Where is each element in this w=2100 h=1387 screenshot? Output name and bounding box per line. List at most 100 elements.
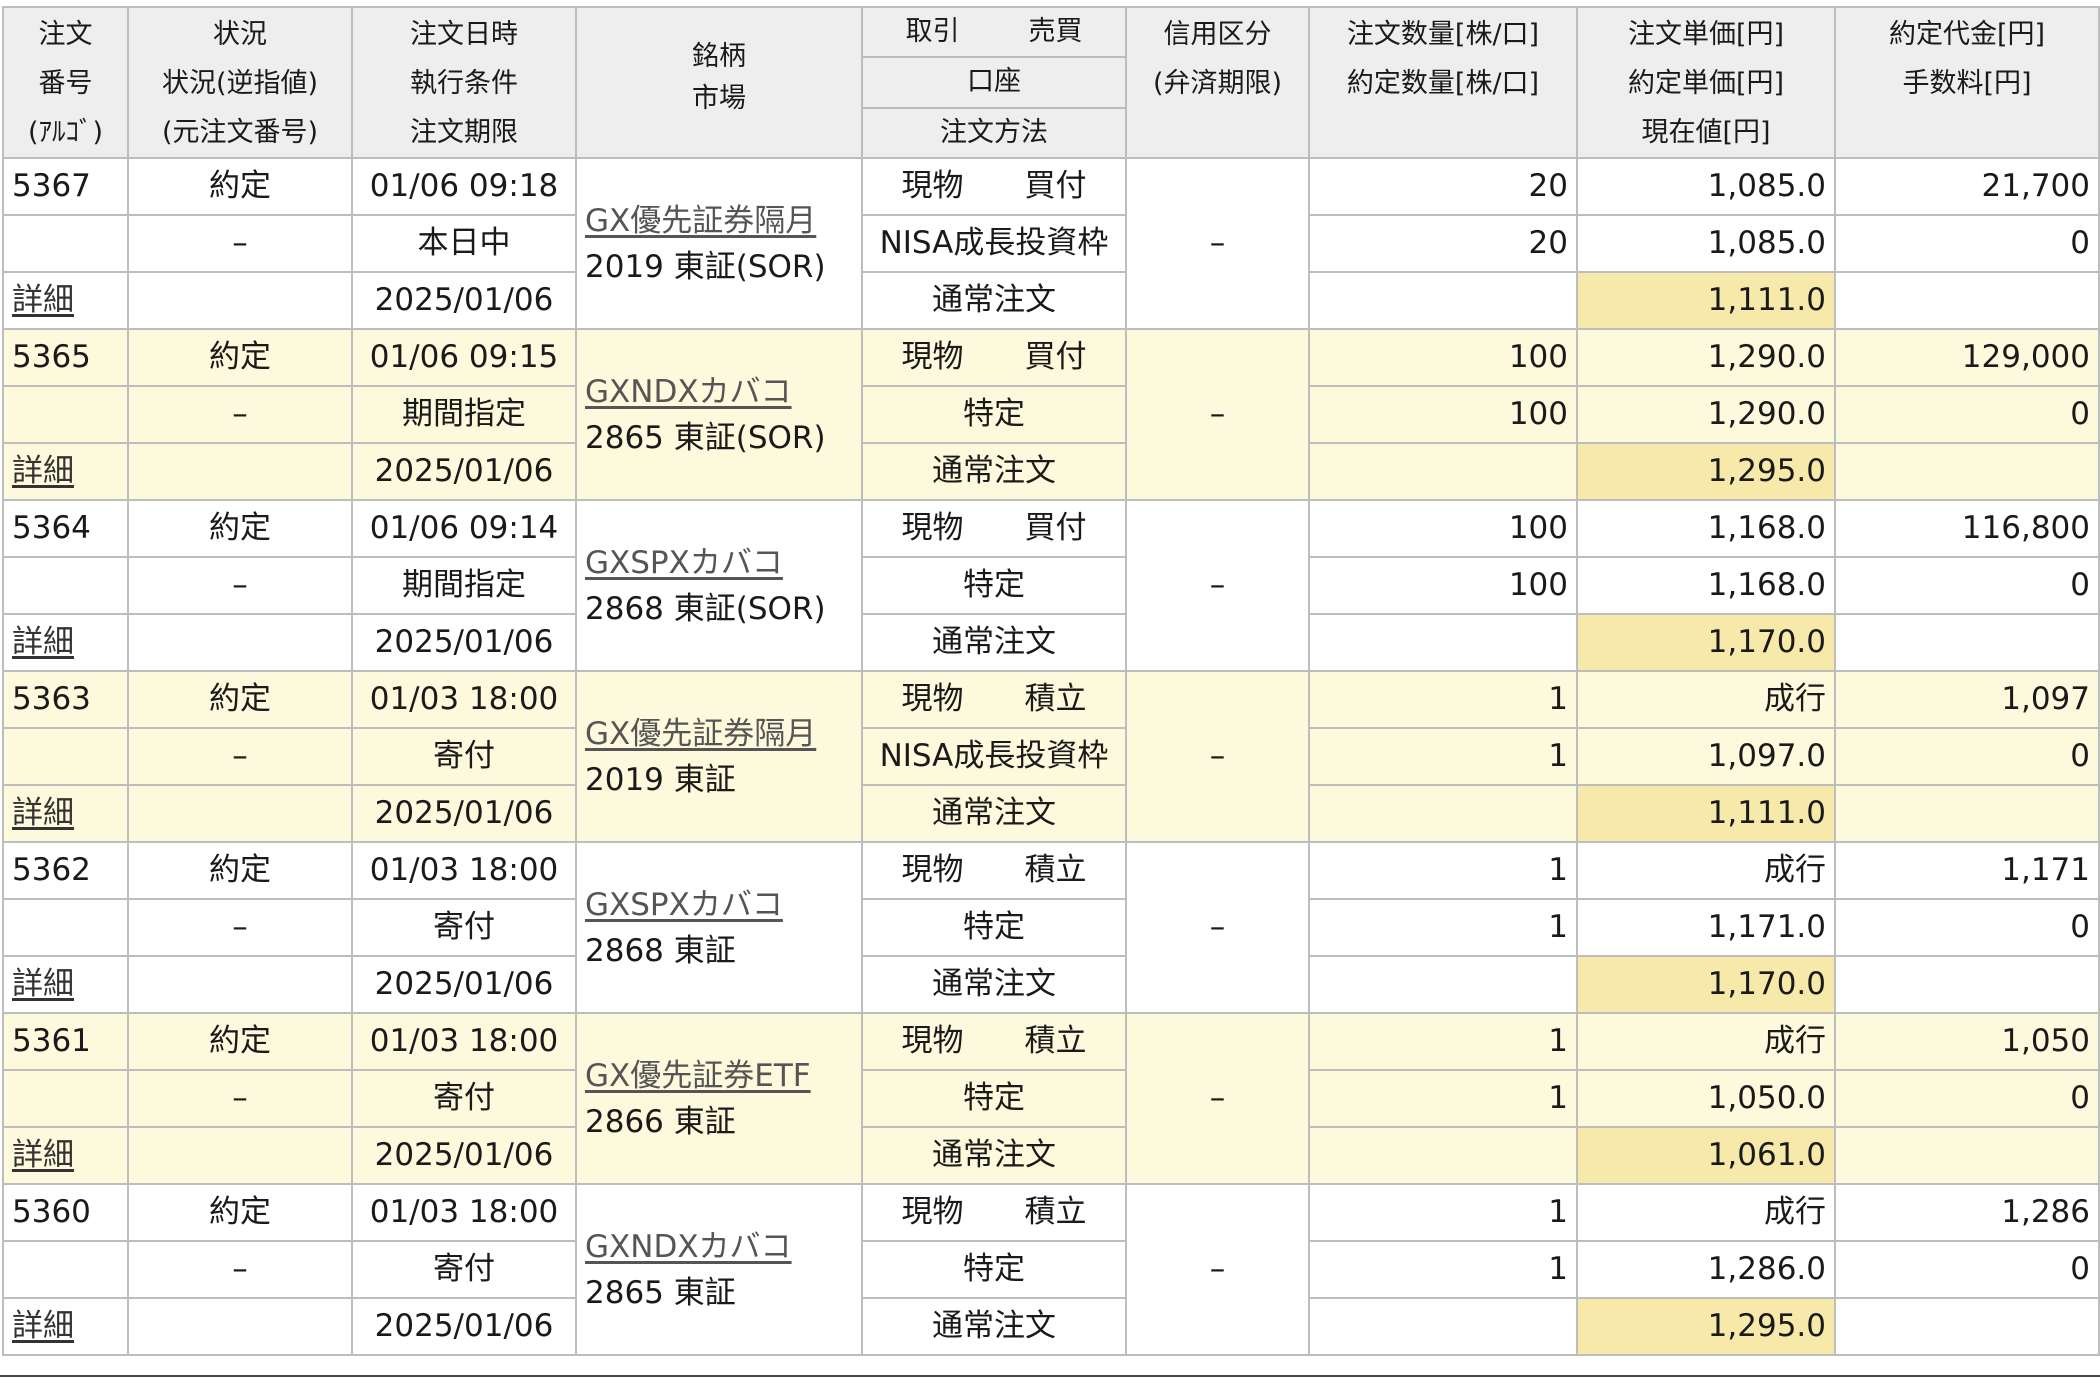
brand-link[interactable]: GXNDXカバコ (585, 369, 853, 415)
detail-link[interactable]: 詳細 (12, 966, 74, 1002)
order-datetime: 01/03 18:00 (351, 841, 577, 900)
order-deadline: 2025/01/06 (351, 271, 577, 330)
detail-cell: 詳細 (2, 1126, 129, 1185)
order-number-blank (2, 1240, 129, 1299)
brand-link[interactable]: GXSPXカバコ (585, 882, 853, 928)
brand-link[interactable]: GX優先証券隔月 (585, 198, 853, 244)
header-price: 注文単価[円] 約定単価[円] 現在値[円] (1576, 6, 1836, 159)
order-status-stop: – (127, 727, 353, 786)
status-origin-blank (127, 1126, 353, 1185)
table-row: 5364 約定 01/06 09:14 GXSPXカバコ 2868 東証(SOR) 現物 買… (2, 499, 2100, 672)
amount-blank (1834, 442, 2100, 501)
order-method: 通常注文 (861, 613, 1127, 672)
order-price: 1,168.0 (1576, 499, 1836, 558)
table-row: 詳細 2025/01/06 通常注文 1,170.0 (2, 613, 2100, 672)
table-row: – 寄付 特定 1 1,050.0 0 (2, 1069, 2100, 1128)
detail-cell: 詳細 (2, 1297, 129, 1356)
detail-cell: 詳細 (2, 784, 129, 843)
execution-condition: 期間指定 (351, 385, 577, 444)
executed-price: 1,085.0 (1576, 214, 1836, 273)
credit-type: – (1125, 841, 1310, 1014)
trade-side-cell: 現物 積立 (861, 841, 1127, 900)
order-deadline: 2025/01/06 (351, 442, 577, 501)
header-price-line2: 約定単価[円] (1627, 68, 1785, 99)
detail-link[interactable]: 詳細 (12, 795, 74, 831)
order-status-stop: – (127, 1069, 353, 1128)
amount-blank (1834, 1297, 2100, 1356)
order-datetime: 01/06 09:14 (351, 499, 577, 558)
code-market: 2865 東証(SOR) (585, 419, 826, 456)
execution-condition: 寄付 (351, 727, 577, 786)
order-status-stop: – (127, 1240, 353, 1299)
status-origin-blank (127, 1297, 353, 1356)
trade-side-cell: 現物 買付 (861, 328, 1127, 387)
brand-cell: GX優先証券ETF 2866 東証 (575, 1012, 863, 1185)
quantity-blank (1308, 442, 1578, 501)
detail-link[interactable]: 詳細 (12, 282, 74, 318)
order-number: 5362 (2, 841, 129, 900)
trade-side-cell: 現物 買付 (861, 499, 1127, 558)
order-datetime: 01/03 18:00 (351, 1183, 577, 1242)
account-type: 特定 (861, 1069, 1127, 1128)
brand-link[interactable]: GXNDXカバコ (585, 1224, 853, 1270)
trade-side: 積立 (1024, 852, 1087, 888)
order-deadline: 2025/01/06 (351, 1297, 577, 1356)
order-number-blank (2, 727, 129, 786)
executed-price: 1,286.0 (1576, 1240, 1836, 1299)
trade-side: 買付 (1024, 168, 1087, 204)
header-qty-line2: 約定数量[株/口] (1346, 68, 1540, 99)
quantity-blank (1308, 613, 1578, 672)
order-status-stop: – (127, 385, 353, 444)
order-quantity: 1 (1308, 1183, 1578, 1242)
detail-link[interactable]: 詳細 (12, 624, 74, 660)
commission-fee: 0 (1834, 1240, 2100, 1299)
brand-link[interactable]: GXSPXカバコ (585, 540, 853, 586)
header-method: 注文方法 (861, 106, 1127, 160)
table-row: – 寄付 NISA成長投資枠 1 1,097.0 0 (2, 727, 2100, 786)
trade-side-cell: 現物 積立 (861, 1183, 1127, 1242)
executed-quantity: 1 (1308, 1240, 1578, 1299)
table-row: 5363 約定 01/03 18:00 GX優先証券隔月 2019 東証 現物 積立 –1 成行… (2, 670, 2100, 843)
order-number: 5363 (2, 670, 129, 729)
executed-quantity: 1 (1308, 1069, 1578, 1128)
header-price-line1: 注文単価[円] (1627, 19, 1785, 50)
order-number: 5367 (2, 157, 129, 216)
quantity-blank (1308, 955, 1578, 1014)
executed-quantity: 100 (1308, 556, 1578, 615)
brand-link[interactable]: GX優先証券ETF (585, 1053, 853, 1099)
order-status: 約定 (127, 157, 353, 216)
quantity-blank (1308, 1297, 1578, 1356)
header-brand-line1: 銘柄 (692, 41, 746, 72)
trade-type: 現物 (901, 852, 964, 888)
header-order-no-line3: (ｱﾙｺﾞ) (27, 117, 104, 148)
quantity-blank (1308, 271, 1578, 330)
detail-link[interactable]: 詳細 (12, 453, 74, 489)
table-row: – 期間指定 特定 100 1,290.0 0 (2, 385, 2100, 444)
detail-link[interactable]: 詳細 (12, 1308, 74, 1344)
detail-link[interactable]: 詳細 (12, 1137, 74, 1173)
header-credit-line1: 信用区分 (1163, 19, 1272, 50)
order-number-blank (2, 556, 129, 615)
executed-quantity: 100 (1308, 385, 1578, 444)
table-row: 詳細 2025/01/06 通常注文 1,061.0 (2, 1126, 2100, 1185)
commission-fee: 0 (1834, 898, 2100, 957)
account-type: 特定 (861, 898, 1127, 957)
order-method: 通常注文 (861, 784, 1127, 843)
trade-type: 現物 (901, 339, 964, 375)
execution-condition: 寄付 (351, 1069, 577, 1128)
trade-side: 積立 (1024, 1023, 1087, 1059)
code-market: 2019 東証 (585, 761, 736, 798)
header-brand-line2: 市場 (692, 83, 746, 114)
trade-side: 積立 (1024, 1194, 1087, 1230)
commission-fee: 0 (1834, 385, 2100, 444)
header-qty-line1: 注文数量[株/口] (1346, 19, 1540, 50)
order-status-stop: – (127, 556, 353, 615)
header-amount-line1: 約定代金[円] (1888, 19, 2046, 50)
trade-type: 現物 (901, 1194, 964, 1230)
brand-link[interactable]: GX優先証券隔月 (585, 711, 853, 757)
executed-amount: 116,800 (1834, 499, 2100, 558)
trade-type: 現物 (901, 1023, 964, 1059)
detail-cell: 詳細 (2, 955, 129, 1014)
table-row: 5367 約定 01/06 09:18 GX優先証券隔月 2019 東証(SOR) 現物 買… (2, 157, 2100, 330)
table-row: – 寄付 特定 1 1,286.0 0 (2, 1240, 2100, 1299)
